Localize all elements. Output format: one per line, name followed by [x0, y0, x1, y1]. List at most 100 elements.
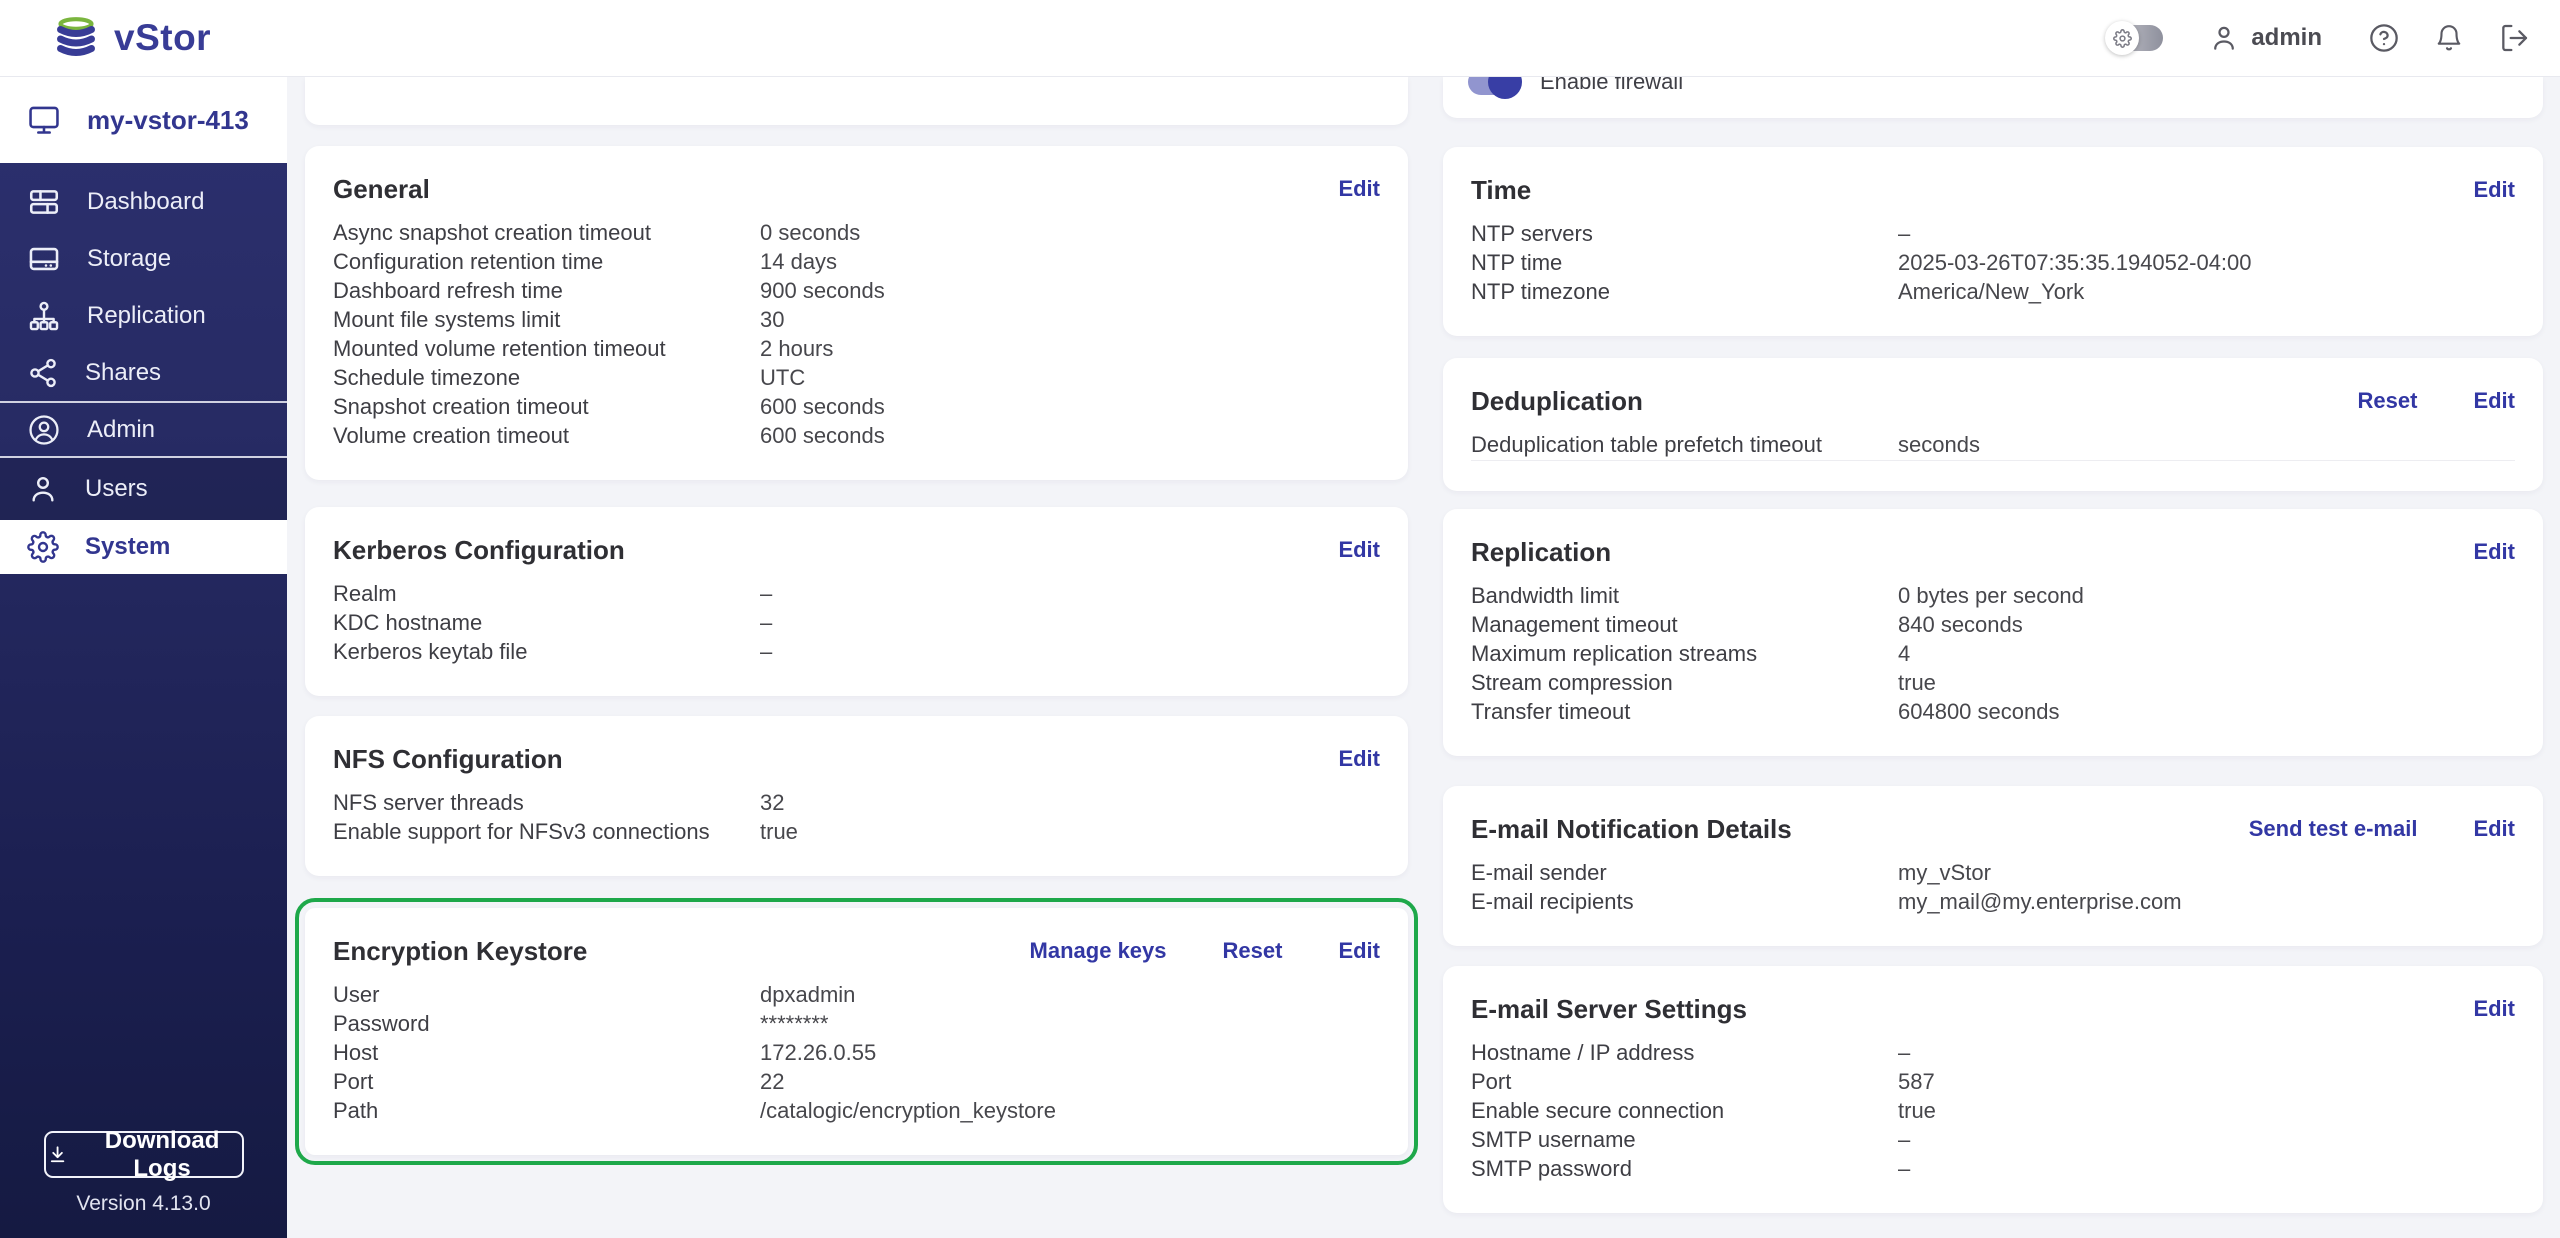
bell-icon [2434, 22, 2464, 54]
setting-label: Kerberos keytab file [333, 637, 760, 666]
setting-row: Host172.26.0.55 [333, 1038, 1380, 1067]
sidebar-item-dashboard[interactable]: Dashboard [0, 173, 287, 230]
setting-row: Port22 [333, 1067, 1380, 1096]
sidebar-item-label: Storage [87, 245, 171, 273]
setting-value: 600 seconds [760, 421, 1380, 450]
edit-replication-link[interactable]: Edit [2473, 539, 2515, 565]
setting-label: KDC hostname [333, 608, 760, 637]
send-test-email-link[interactable]: Send test e-mail [2249, 816, 2418, 842]
setting-row: Kerberos keytab file– [333, 637, 1380, 666]
vstor-logo-icon [52, 15, 100, 61]
sidebar-item-admin[interactable]: Admin [0, 401, 287, 458]
edit-nfs-link[interactable]: Edit [1338, 746, 1380, 772]
setting-label: Configuration retention time [333, 247, 760, 276]
setting-label: Async snapshot creation timeout [333, 218, 760, 247]
setting-row: Management timeout840 seconds [1471, 610, 2515, 639]
replication-card: Replication Edit Bandwidth limit0 bytes … [1443, 509, 2543, 756]
setting-row: KDC hostname– [333, 608, 1380, 637]
setting-value: ******** [760, 1009, 1380, 1038]
sidebar-item-label: Replication [87, 302, 206, 330]
setting-value: my_vStor [1898, 858, 2515, 887]
deduplication-card: Deduplication Reset Edit Deduplication t… [1443, 358, 2543, 491]
setting-row: E-mail sendermy_vStor [1471, 858, 2515, 887]
setting-row: Dashboard refresh time900 seconds [333, 276, 1380, 305]
setting-value: 600 seconds [760, 392, 1380, 421]
edit-deduplication-link[interactable]: Edit [2473, 388, 2515, 414]
sidebar-item-label: System [85, 533, 170, 561]
setting-label: NTP servers [1471, 219, 1898, 248]
setting-value: America/New_York [1898, 277, 2515, 306]
setting-value: 4 [1898, 639, 2515, 668]
setting-value: true [760, 817, 1380, 846]
reset-deduplication-link[interactable]: Reset [2358, 388, 2418, 414]
sidebar-item-hostname[interactable]: my-vstor-413 [0, 77, 287, 163]
sidebar-item-system[interactable]: System [0, 520, 287, 574]
setting-row: Configuration retention time14 days [333, 247, 1380, 276]
card-title: General [333, 172, 430, 206]
sidebar-item-shares[interactable]: Shares [0, 344, 287, 401]
general-card: General Edit Async snapshot creation tim… [305, 146, 1408, 480]
sidebar: my-vstor-413 Dashboard Storage [0, 77, 287, 1238]
setting-value: 840 seconds [1898, 610, 2515, 639]
setting-label: Transfer timeout [1471, 697, 1898, 726]
card-title: E-mail Server Settings [1471, 992, 1747, 1026]
reset-encryption-link[interactable]: Reset [1223, 938, 1283, 964]
setting-row: Deduplication table prefetch timeoutseco… [1471, 430, 2515, 461]
setting-value: – [1898, 219, 2515, 248]
setting-row: Hostname / IP address– [1471, 1038, 2515, 1067]
setting-label: Maximum replication streams [1471, 639, 1898, 668]
setting-row: Schedule timezoneUTC [333, 363, 1380, 392]
setting-row: SMTP username– [1471, 1125, 2515, 1154]
notifications-button[interactable] [2434, 22, 2464, 54]
sidebar-item-users[interactable]: Users [0, 458, 287, 520]
setting-row: NTP timezoneAmerica/New_York [1471, 277, 2515, 306]
download-logs-button[interactable]: Download Logs [44, 1131, 244, 1178]
setting-row: Maximum replication streams4 [1471, 639, 2515, 668]
setting-label: SMTP username [1471, 1125, 1898, 1154]
setting-value: – [760, 579, 1380, 608]
edit-encryption-link[interactable]: Edit [1338, 938, 1380, 964]
setting-label: Password [333, 1009, 760, 1038]
user-name: admin [2251, 24, 2322, 52]
firewall-label: Enable firewall [1540, 77, 1683, 95]
setting-label: Management timeout [1471, 610, 1898, 639]
scrolled-card-partial [305, 77, 1408, 125]
admin-icon [27, 413, 61, 447]
setting-value: 2 hours [760, 334, 1380, 363]
storage-icon [27, 242, 61, 276]
edit-time-link[interactable]: Edit [2473, 177, 2515, 203]
users-icon [27, 473, 59, 505]
kerberos-card: Kerberos Configuration Edit Realm– KDC h… [305, 507, 1408, 696]
logout-button[interactable] [2498, 22, 2530, 54]
setting-row: Stream compressiontrue [1471, 668, 2515, 697]
setting-value: seconds [1898, 430, 2515, 459]
toggle-knob [1488, 77, 1522, 99]
setting-value: – [760, 637, 1380, 666]
setting-label: User [333, 980, 760, 1009]
setting-row: Password******** [333, 1009, 1380, 1038]
manage-keys-link[interactable]: Manage keys [1030, 938, 1167, 964]
setting-value: dpxadmin [760, 980, 1380, 1009]
sidebar-item-storage[interactable]: Storage [0, 230, 287, 287]
edit-email-server-link[interactable]: Edit [2473, 996, 2515, 1022]
card-title: E-mail Notification Details [1471, 812, 1792, 846]
settings-mode-toggle[interactable] [2109, 25, 2163, 51]
help-button[interactable] [2368, 22, 2400, 54]
setting-row: Mount file systems limit30 [333, 305, 1380, 334]
firewall-toggle[interactable] [1468, 77, 1518, 95]
card-title: Deduplication [1471, 384, 1643, 418]
nfs-card: NFS Configuration Edit NFS server thread… [305, 716, 1408, 876]
edit-general-link[interactable]: Edit [1338, 176, 1380, 202]
setting-label: SMTP password [1471, 1154, 1898, 1183]
setting-label: Mount file systems limit [333, 305, 760, 334]
edit-email-notification-link[interactable]: Edit [2473, 816, 2515, 842]
setting-value: 32 [760, 788, 1380, 817]
sidebar-item-replication[interactable]: Replication [0, 287, 287, 344]
setting-value: – [760, 608, 1380, 637]
user-menu[interactable]: admin [2209, 23, 2322, 53]
edit-kerberos-link[interactable]: Edit [1338, 537, 1380, 563]
setting-label: Schedule timezone [333, 363, 760, 392]
setting-row: SMTP password– [1471, 1154, 2515, 1183]
help-icon [2368, 22, 2400, 54]
setting-value: 14 days [760, 247, 1380, 276]
